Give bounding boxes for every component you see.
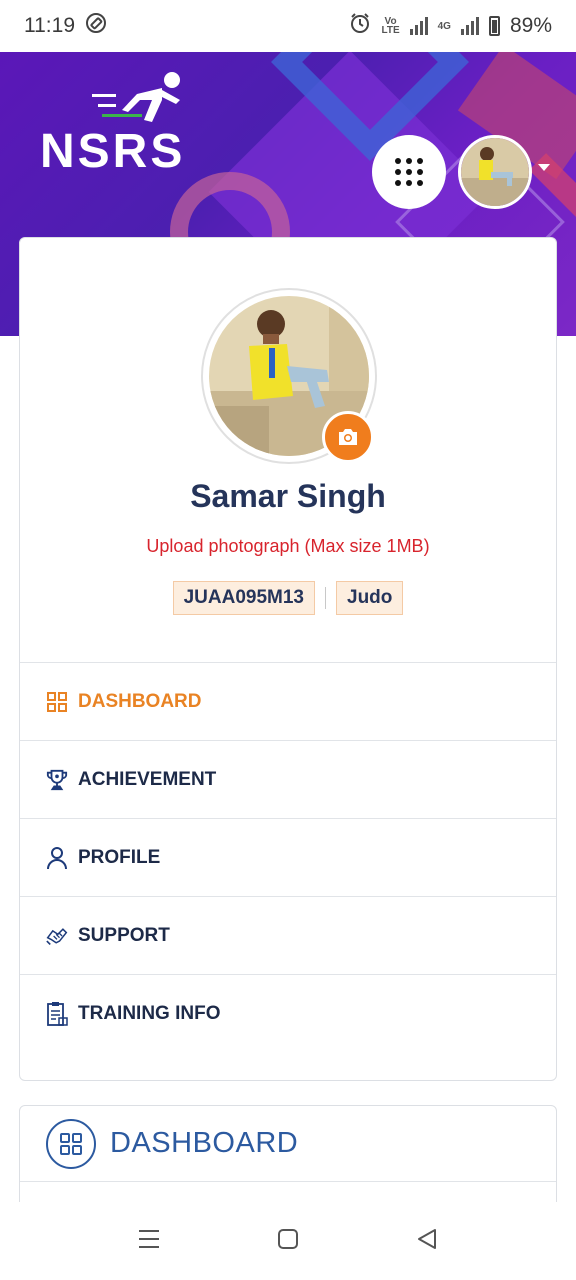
profile-card: Samar Singh Upload photograph (Max size … [19,237,557,1081]
status-bar: 11:19 Vo LTE 4G 89% [0,0,576,52]
caret-down-icon[interactable] [538,164,550,171]
volte-label: Vo LTE [381,17,400,36]
menu-item-profile[interactable]: PROFILE [20,818,556,896]
dashboard-section-header: DASHBOARD [20,1106,556,1182]
grid-dots-icon [395,158,423,186]
athlete-id-badge: JUAA095M13 [172,581,315,615]
avatar-photo [461,138,529,206]
trophy-icon [46,768,68,792]
clipboard-icon [46,1001,68,1026]
volte-bottom: LTE [381,25,400,36]
nsrs-logo[interactable]: NSRS [40,124,185,179]
change-photo-button[interactable] [322,411,374,463]
status-right: Vo LTE 4G 89% [349,12,552,40]
side-menu: DASHBOARD ACHIEVEMENT PROFILE SUPPORT TR… [20,662,556,1052]
menu-item-dashboard[interactable]: DASHBOARD [20,662,556,740]
tag-divider [325,587,326,609]
battery-percent: 89% [509,14,552,37]
user-icon [46,846,68,870]
network-type: 4G [437,20,451,32]
apps-menu-button[interactable] [372,135,446,209]
handshake-icon [46,924,68,948]
menu-item-support[interactable]: SUPPORT [20,896,556,974]
menu-item-achievement[interactable]: ACHIEVEMENT [20,740,556,818]
athlete-tags: JUAA095M13 Judo [20,581,556,615]
upload-photo-note: Upload photograph (Max size 1MB) [146,536,430,556]
status-time: 11:19 [24,14,75,37]
sport-badge: Judo [336,581,404,615]
dashboard-section-title: DASHBOARD [110,1127,299,1159]
battery-icon [488,16,500,36]
user-avatar-button[interactable] [458,135,532,209]
athlete-name: Samar Singh [190,478,386,514]
dashboard-grid-icon [46,1118,96,1169]
rotation-lock-icon [85,12,107,40]
recent-apps-icon[interactable] [138,1229,160,1254]
signal-icon-2 [460,17,479,35]
status-left: 11:19 [24,12,107,40]
camera-icon [339,429,357,445]
menu-item-label: ACHIEVEMENT [78,768,217,790]
alarm-icon [349,12,371,40]
menu-item-label: TRAINING INFO [78,1002,221,1024]
home-icon[interactable] [277,1228,299,1255]
menu-item-training-info[interactable]: TRAINING INFO [20,974,556,1052]
back-icon[interactable] [416,1228,438,1255]
system-nav-bar [0,1202,576,1280]
menu-item-label: DASHBOARD [78,690,202,712]
menu-item-label: PROFILE [78,846,161,868]
dashboard-section: DASHBOARD [19,1105,557,1215]
signal-icon [409,17,428,35]
dashboard-grid-icon [46,690,68,714]
menu-item-label: SUPPORT [78,924,170,946]
